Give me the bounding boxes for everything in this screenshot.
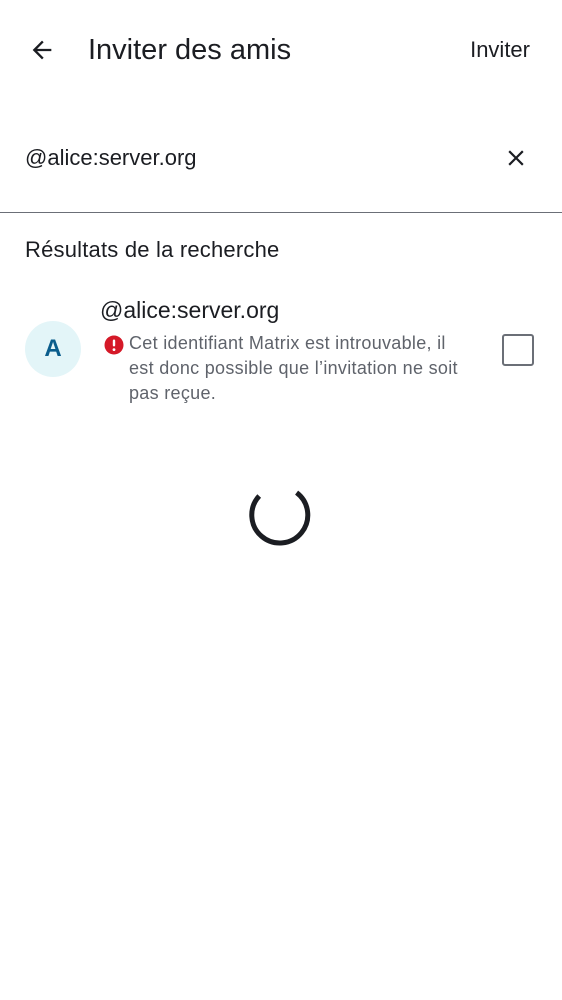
search-result-item[interactable]: A @alice:server.org Cet identifiant Matr… [0, 290, 562, 416]
user-id: @alice:server.org [100, 297, 280, 323]
arrow-left-icon [32, 40, 52, 60]
invite-button[interactable]: Inviter [470, 34, 530, 66]
loading-spinner [248, 480, 314, 546]
top-app-bar: Inviter des amis Inviter [0, 0, 562, 100]
warning-message: Cet identifiant Matrix est introuvable, … [129, 333, 458, 403]
clear-search-button[interactable] [492, 134, 540, 182]
search-input[interactable] [25, 138, 485, 178]
close-icon [508, 150, 524, 166]
error-icon [104, 335, 124, 355]
page-title: Inviter des amis [88, 34, 292, 66]
back-button[interactable] [18, 26, 66, 74]
invite-friends-screen: Inviter des amis Inviter Résultats de la… [0, 0, 562, 1000]
search-divider [0, 212, 562, 213]
select-checkbox[interactable] [502, 334, 534, 366]
search-results-heading: Résultats de la recherche [25, 237, 280, 262]
search-row [0, 120, 562, 214]
avatar: A [25, 321, 81, 377]
